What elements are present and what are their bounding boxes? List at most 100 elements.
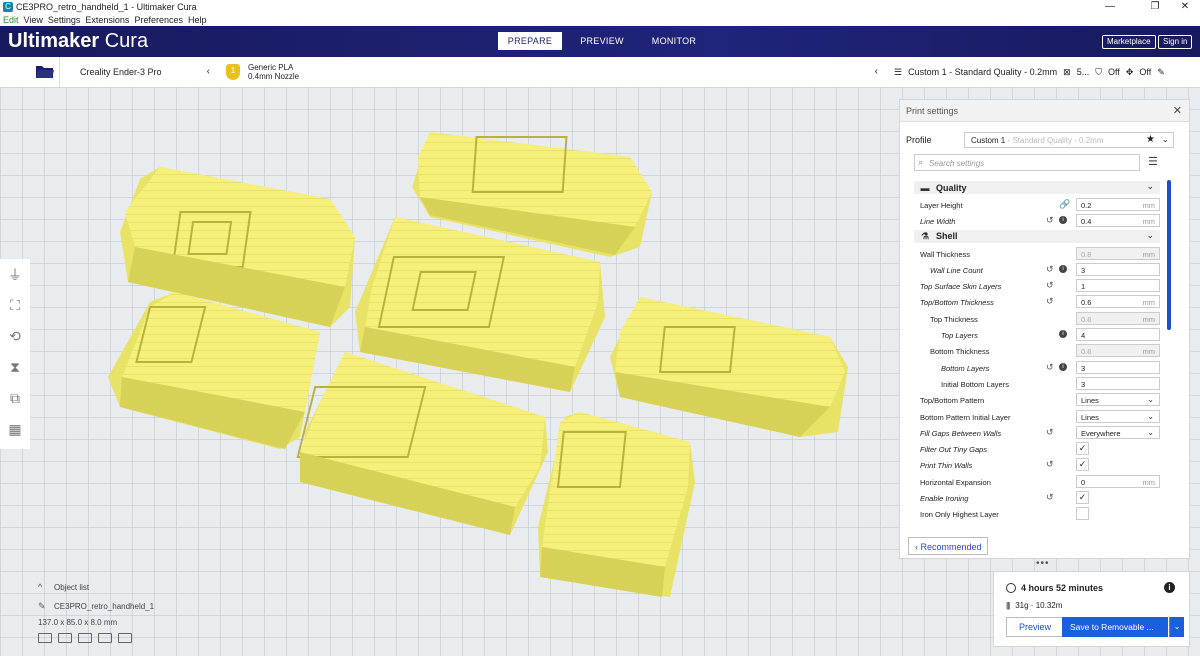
- setting-top-layers: Top Layers i 4: [914, 327, 1160, 343]
- setting-layer-height: Layer Height 🔗 0.2 mm: [914, 197, 1160, 213]
- bottom-layers-input[interactable]: 3: [1076, 360, 1160, 374]
- profile-dropdown[interactable]: Custom 1 - Standard Quality - 0.2mm ★ ⌄: [964, 132, 1174, 148]
- reset-icon[interactable]: ↺: [1046, 296, 1054, 307]
- top-bottom-pattern-select[interactable]: Lines ⌄: [1076, 393, 1160, 407]
- chevron-down-icon: ⌄: [1161, 134, 1169, 144]
- transform-toolbar: ⏚ ⛶ ⟲ ⧗ ⧉ ▦: [0, 259, 30, 449]
- sign-in-button[interactable]: Sign in: [1158, 35, 1193, 49]
- reset-icon[interactable]: ↺: [1046, 215, 1054, 226]
- settings-visibility-menu-icon[interactable]: ☰: [1148, 155, 1158, 168]
- category-quality[interactable]: ▬ Quality ⌄: [914, 181, 1160, 194]
- wall-thickness-input[interactable]: 0.8 mm: [1076, 246, 1160, 260]
- handheld-model-7[interactable]: [538, 412, 695, 597]
- info-icon[interactable]: i: [1059, 216, 1067, 225]
- marketplace-button[interactable]: Marketplace: [1102, 35, 1156, 49]
- setting-label: Horizontal Expansion: [920, 477, 991, 487]
- setting-print-thin-walls: Print Thin Walls ↺ ✓: [914, 457, 1160, 473]
- info-icon[interactable]: i: [1059, 362, 1067, 371]
- reset-icon[interactable]: ↺: [1046, 492, 1054, 503]
- open-file-button[interactable]: [30, 57, 60, 87]
- setting-label: Line Width: [920, 217, 956, 227]
- pencil-icon: ✎: [38, 601, 46, 611]
- reset-icon[interactable]: ↺: [1046, 264, 1054, 275]
- support-blocker-icon[interactable]: ▦: [0, 414, 30, 445]
- tab-prepare[interactable]: PREPARE: [498, 32, 562, 50]
- fill-gaps-select[interactable]: Everywhere ⌄: [1076, 425, 1160, 439]
- window-title: CE3PRO_retro_handheld_1 - Ultimaker Cura: [16, 2, 197, 12]
- object-file-name: CE3PRO_retro_handheld_1: [54, 602, 155, 611]
- menu-extensions[interactable]: Extensions: [85, 15, 129, 25]
- setting-unit: mm: [1142, 477, 1156, 487]
- category-shell[interactable]: ⚗ Shell ⌄: [914, 229, 1160, 243]
- menu-edit[interactable]: Edit: [3, 15, 19, 25]
- preview-button[interactable]: Preview: [1006, 617, 1064, 637]
- search-settings-input[interactable]: ⌕ Search settings: [914, 154, 1140, 171]
- minimize-button[interactable]: —: [1095, 0, 1125, 14]
- menu-view[interactable]: View: [24, 15, 43, 25]
- material-selector[interactable]: 1 Generic PLA 0.4mm Nozzle ‹: [218, 57, 884, 87]
- view-left-icon[interactable]: [98, 633, 112, 643]
- menu-help[interactable]: Help: [188, 15, 207, 25]
- initial-bottom-layers-input[interactable]: 3: [1076, 376, 1160, 390]
- reset-icon[interactable]: ↺: [1046, 427, 1054, 438]
- menu-preferences[interactable]: Preferences: [134, 15, 183, 25]
- menu-settings[interactable]: Settings: [48, 15, 81, 25]
- setting-bottom-pattern-initial-layer: Bottom Pattern Initial Layer Lines ⌄: [914, 409, 1160, 425]
- close-window-button[interactable]: ✕: [1170, 0, 1200, 14]
- recommended-button[interactable]: ‹ Recommended: [908, 537, 988, 555]
- bottom-thickness-input[interactable]: 0.6 mm: [1076, 344, 1160, 358]
- settings-scrollbar[interactable]: [1167, 180, 1171, 330]
- top-surface-skin-layers-input[interactable]: 1: [1076, 279, 1160, 293]
- object-list-title: Object list: [54, 582, 90, 592]
- chevron-left-icon: ‹: [874, 66, 878, 77]
- info-icon[interactable]: i: [1059, 330, 1067, 339]
- info-icon[interactable]: i: [1164, 582, 1175, 593]
- panel-resize-handle[interactable]: •••: [1036, 558, 1050, 569]
- setting-unit: mm: [1142, 298, 1156, 308]
- print-setup-selector[interactable]: ☰ Custom 1 - Standard Quality - 0.2mm ⊠ …: [886, 57, 1200, 87]
- setting-unit: mm: [1142, 201, 1156, 210]
- wall-line-count-input[interactable]: 3: [1076, 262, 1160, 276]
- line-width-input[interactable]: 0.4 mm: [1076, 214, 1160, 228]
- printer-selector[interactable]: Creality Ender-3 Pro ‹: [68, 57, 216, 87]
- setting-label: Fill Gaps Between Walls: [920, 428, 1002, 438]
- enable-ironing-checkbox[interactable]: ✓: [1076, 491, 1089, 505]
- iron-only-highest-layer-checkbox[interactable]: [1076, 507, 1089, 521]
- reset-icon[interactable]: ↺: [1046, 459, 1054, 470]
- print-thin-walls-checkbox[interactable]: ✓: [1076, 458, 1089, 472]
- view-3d-icon[interactable]: [38, 633, 52, 643]
- setting-value: 0.4: [1081, 217, 1092, 227]
- tab-monitor[interactable]: MONITOR: [642, 32, 706, 50]
- tab-preview[interactable]: PREVIEW: [570, 32, 634, 50]
- handheld-model-5[interactable]: [610, 297, 848, 437]
- move-tool-icon[interactable]: ⏚: [0, 259, 30, 290]
- close-icon[interactable]: ✕: [1173, 104, 1182, 117]
- save-options-chevron-icon[interactable]: ⌄: [1169, 617, 1184, 637]
- object-list-toggle[interactable]: ^ Object list: [38, 582, 154, 592]
- view-front-icon[interactable]: [58, 633, 72, 643]
- view-right-icon[interactable]: [118, 633, 132, 643]
- info-icon[interactable]: i: [1059, 264, 1067, 273]
- scale-tool-icon[interactable]: ⛶: [0, 290, 30, 321]
- mirror-tool-icon[interactable]: ⧗: [0, 352, 30, 383]
- top-bottom-thickness-input[interactable]: 0.6 mm: [1076, 295, 1160, 309]
- reset-icon[interactable]: ↺: [1046, 280, 1054, 291]
- setting-value: Lines: [1081, 412, 1099, 422]
- save-to-removable-button[interactable]: Save to Removable ...: [1062, 617, 1168, 637]
- filter-tiny-gaps-checkbox[interactable]: ✓: [1076, 442, 1089, 456]
- setting-label: Enable Ironing: [920, 494, 969, 504]
- rotate-tool-icon[interactable]: ⟲: [0, 321, 30, 352]
- profile-label: Profile: [906, 135, 932, 145]
- top-thickness-input[interactable]: 0.6 mm: [1076, 311, 1160, 325]
- layer-height-input[interactable]: 0.2 mm: [1076, 198, 1160, 211]
- view-top-icon[interactable]: [78, 633, 92, 643]
- window-titlebar: C CE3PRO_retro_handheld_1 - Ultimaker Cu…: [0, 0, 1200, 14]
- star-icon[interactable]: ★: [1146, 134, 1155, 145]
- bottom-pattern-initial-layer-select[interactable]: Lines ⌄: [1076, 409, 1160, 423]
- horizontal-expansion-input[interactable]: 0 mm: [1076, 474, 1160, 488]
- per-model-settings-icon[interactable]: ⧉: [0, 383, 30, 414]
- top-layers-input[interactable]: 4: [1076, 328, 1160, 342]
- brand-logo: Ultimaker Cura: [8, 30, 148, 53]
- maximize-button[interactable]: ❐: [1140, 0, 1170, 14]
- reset-icon[interactable]: ↺: [1046, 362, 1054, 373]
